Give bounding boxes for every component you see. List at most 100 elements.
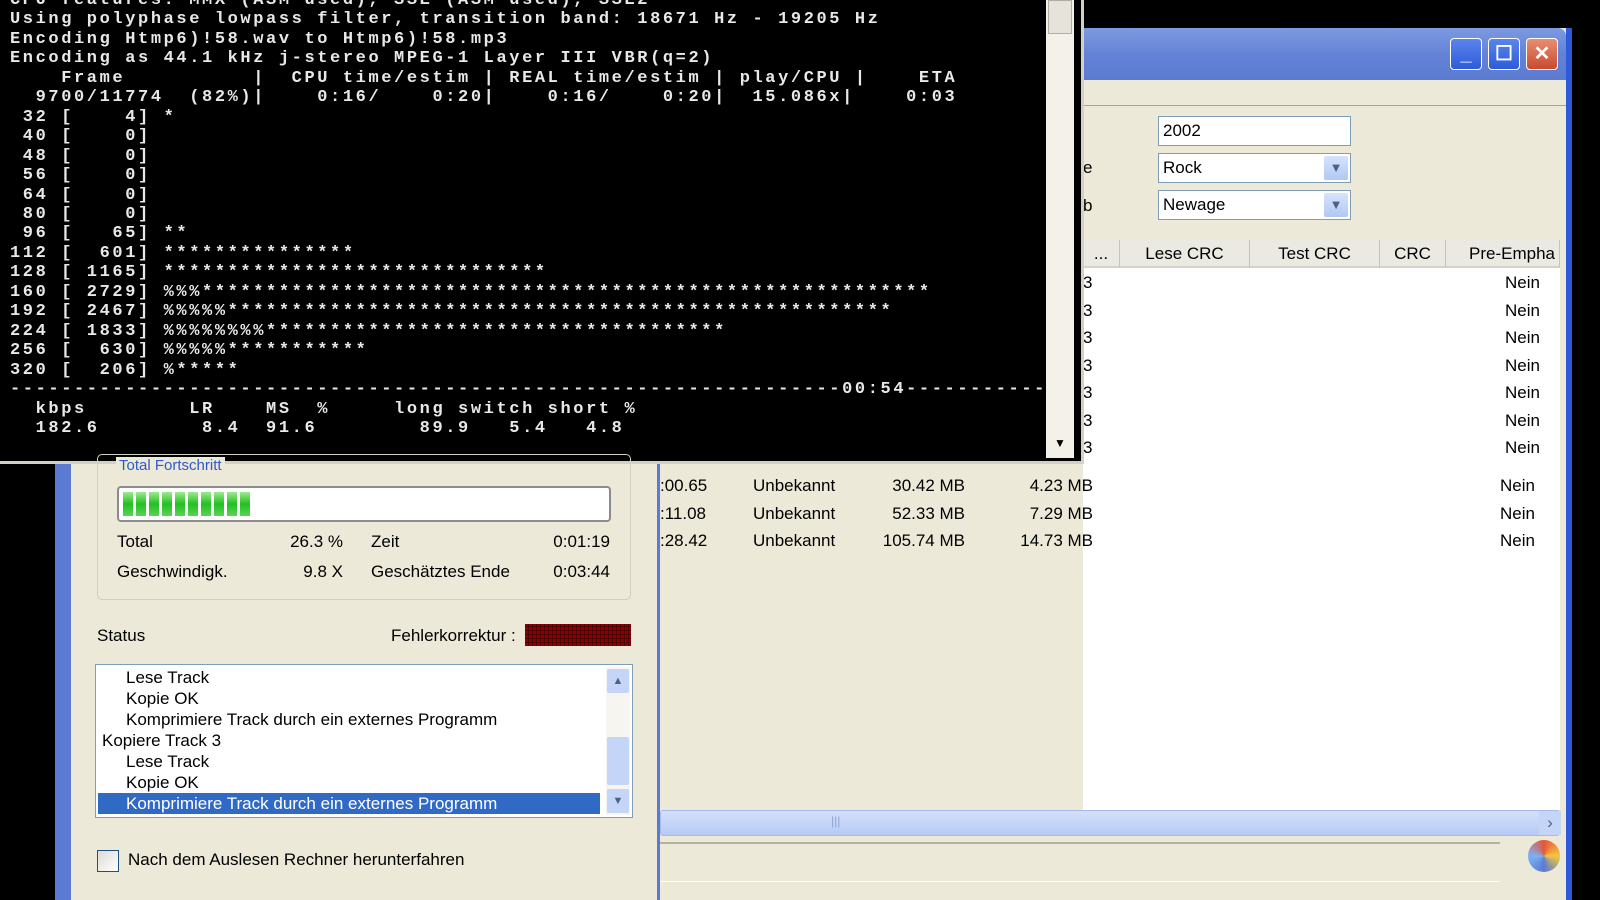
status-log-list[interactable]: Lese Track Kopie OK Komprimiere Track durc…: [95, 664, 633, 818]
size-cell: 105.74 MB: [882, 531, 965, 550]
error-correction-indicator: [525, 624, 631, 646]
app-logo-icon: [1528, 840, 1560, 872]
time-label: Zeit: [371, 532, 400, 551]
column-header[interactable]: ...: [1083, 240, 1120, 268]
scroll-thumb[interactable]: [607, 737, 629, 785]
progress-segment: [214, 492, 224, 516]
pre-emphasis-cell: Nein: [1505, 438, 1540, 457]
console-line: 96 [ 65] **: [10, 224, 190, 244]
status-cell: Unbekannt: [753, 476, 836, 495]
horizontal-scrollbar[interactable]: ||| ›: [660, 810, 1561, 836]
console-line: 48 [ 0]: [10, 146, 151, 166]
console-line: kbps LR MS % long switch short %: [10, 399, 638, 419]
table-row-partial-cell: 3: [1083, 328, 1093, 347]
console-line: 56 [ 0]: [10, 166, 151, 186]
shutdown-label: Nach dem Auslesen Rechner herunterfahren: [128, 850, 465, 869]
console-line: 80 [ 0]: [10, 204, 151, 224]
console-line: 182.6 8.4 91.6 89.9 5.4 4.8: [10, 418, 625, 438]
column-header-pre-emphasis[interactable]: Pre-Empha: [1446, 240, 1560, 268]
pre-emphasis-cell: Nein: [1505, 355, 1540, 375]
year-input[interactable]: 2002: [1158, 116, 1351, 146]
pre-emphasis-cell: Nein: [1505, 273, 1540, 292]
scroll-right-arrow-icon[interactable]: ›: [1539, 811, 1561, 835]
progress-segment: [201, 492, 211, 516]
progress-dialog: Total Fortschritt Total 26.3 % Zeit 0:01…: [55, 454, 660, 900]
status-bar: [660, 842, 1500, 882]
table-row-partial-cell: 3: [1083, 300, 1093, 320]
status-log-scrollbar[interactable]: ▲ ▼: [606, 667, 630, 815]
minimize-button[interactable]: _: [1450, 38, 1482, 70]
table-row[interactable]: :11.08 Unbekannt 52.33 MB 7.29 MB Nein: [660, 504, 1560, 530]
column-header-test-crc[interactable]: Test CRC: [1250, 240, 1380, 268]
scroll-down-arrow-icon[interactable]: ▼: [1048, 430, 1072, 456]
console-line: 320 [ 206] %*****: [10, 360, 241, 380]
chevron-down-icon[interactable]: ▼: [1324, 156, 1348, 180]
speed-label: Geschwindigk.: [117, 562, 228, 581]
console-line: 9700/11774 (82%)| 0:16/ 0:20| 0:16/ 0:20…: [10, 88, 958, 108]
scroll-thumb[interactable]: [1048, 0, 1072, 34]
status-log-item[interactable]: Kopie OK: [102, 688, 199, 709]
time-cell: :11.08: [660, 503, 707, 523]
table-row-partial-cell: 3: [1083, 410, 1093, 430]
table-row[interactable]: :00.65 Unbekannt 30.42 MB 4.23 MB Nein: [660, 476, 1560, 502]
progress-segment: [188, 492, 198, 516]
compressed-size-cell: 7.29 MB: [1029, 503, 1093, 523]
console-line: ----------------------------------------…: [10, 380, 1073, 400]
error-correction-label: Fehlerkorrektur :: [391, 626, 516, 645]
genre-select[interactable]: Rock ▼: [1158, 153, 1351, 183]
table-row-partial-cell: 3: [1083, 438, 1093, 457]
compressed-size-cell: 4.23 MB: [1029, 476, 1093, 495]
style-value: Newage: [1163, 195, 1226, 214]
table-row[interactable]: :28.42 Unbekannt 105.74 MB 14.73 MB Nein: [660, 531, 1560, 557]
progress-segment: [123, 492, 133, 516]
console-line: 64 [ 0]: [10, 185, 151, 205]
table-row-partial-cell: 3: [1083, 383, 1093, 402]
table-row-partial-cell: 3: [1083, 355, 1093, 375]
pre-emphasis-cell: Nein: [1505, 410, 1540, 430]
progress-segment: [162, 492, 172, 516]
console-line: 128 [ 1165] ****************************…: [10, 263, 548, 283]
column-header-lese-crc[interactable]: Lese CRC: [1120, 240, 1250, 268]
genre-label: e: [1083, 158, 1093, 177]
maximize-button[interactable]: ☐: [1488, 38, 1520, 70]
progress-segment: [175, 492, 185, 516]
shutdown-checkbox[interactable]: [97, 850, 119, 872]
status-log-item[interactable]: Kopiere Track 3: [102, 730, 221, 751]
eta-label: Geschätztes Ende: [371, 562, 510, 581]
time-cell: :28.42: [660, 531, 708, 550]
close-button[interactable]: ✕: [1526, 38, 1558, 70]
speed-value: 9.8 X: [303, 562, 343, 581]
progress-segment: [227, 492, 237, 516]
scroll-down-arrow-icon[interactable]: ▼: [607, 789, 629, 813]
pre-emphasis-cell: Nein: [1500, 476, 1535, 495]
pre-emphasis-cell: Nein: [1505, 383, 1540, 402]
pre-emphasis-cell: Nein: [1500, 531, 1535, 550]
grip-icon: |||: [831, 814, 841, 828]
console-line: Using polyphase lowpass filter, transiti…: [10, 10, 881, 30]
total-label: Total: [117, 532, 153, 551]
table-row-partial-cell: 3: [1083, 273, 1093, 292]
console-line: 256 [ 630] %%%%%***********: [10, 341, 369, 361]
scroll-up-arrow-icon[interactable]: ▲: [607, 669, 629, 693]
status-log-item[interactable]: Komprimiere Track durch ein externes Pro…: [102, 709, 497, 730]
progress-segment: [149, 492, 159, 516]
console-line: CPU features: MMX (ASM used), SSE (ASM u…: [10, 0, 651, 10]
console-output: CPU features: MMX (ASM used), SSE (ASM u…: [10, 0, 1073, 438]
status-log-item[interactable]: Lese Track: [102, 751, 209, 772]
status-log-item[interactable]: Lese Track: [102, 667, 209, 688]
total-value: 26.3 %: [290, 532, 343, 551]
chevron-down-icon[interactable]: ▼: [1324, 193, 1348, 217]
column-header-crc[interactable]: CRC: [1380, 240, 1446, 268]
console-line: 32 [ 4] *: [10, 107, 177, 127]
progress-segment: [240, 492, 250, 516]
console-line: Frame | CPU time/estim | REAL time/estim…: [10, 68, 958, 88]
pre-emphasis-cell: Nein: [1500, 503, 1535, 523]
console-scrollbar[interactable]: ▼: [1046, 0, 1074, 458]
status-cell: Unbekannt: [753, 531, 836, 550]
eta-value: 0:03:44: [553, 562, 610, 581]
style-select[interactable]: Newage ▼: [1158, 190, 1351, 220]
status-log-item[interactable]: Kopie OK: [102, 772, 199, 793]
console-line: 160 [ 2729] %%%*************************…: [10, 282, 932, 302]
group-label: Total Fortschritt: [116, 457, 225, 474]
status-log-item[interactable]: Komprimiere Track durch ein externes Pro…: [98, 793, 600, 814]
